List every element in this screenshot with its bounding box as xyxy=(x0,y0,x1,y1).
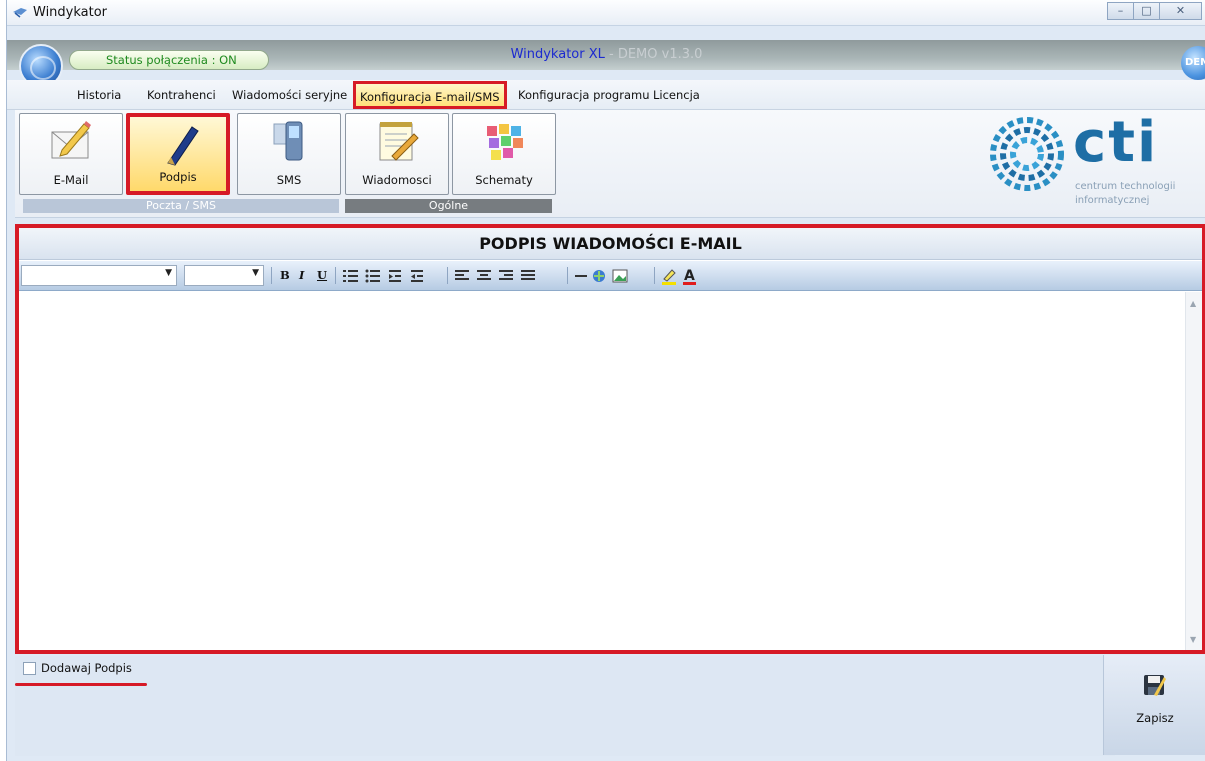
signature-editor: PODPIS WIADOMOŚCI E-MAIL ▼ ▼ B I U A ▲ ▼ xyxy=(15,224,1205,654)
notepad-icon xyxy=(379,122,419,161)
list-indent-icons xyxy=(343,269,423,283)
demo-badge: DEMO xyxy=(1181,46,1205,80)
svg-text:A: A xyxy=(684,268,695,284)
title-bar: Windykator – □ ✕ xyxy=(7,0,1205,26)
cti-subtitle: centrum technologii informatycznej xyxy=(1075,180,1175,208)
app-version: - DEMO v1.3.0 xyxy=(604,47,703,62)
highlight-underline xyxy=(15,683,147,686)
email-icon xyxy=(51,121,91,159)
underline-button[interactable]: U xyxy=(317,268,327,282)
menu-item-konfiguracja-email-sms[interactable]: Konfiguracja E-mail/SMS xyxy=(353,81,507,109)
cti-emblem-icon xyxy=(990,117,1064,191)
ribbon-wiadomosci-button[interactable]: Wiadomosci xyxy=(345,113,449,195)
maximize-button[interactable]: □ xyxy=(1133,2,1160,20)
italic-button[interactable]: I xyxy=(299,268,304,282)
toolbar-separator xyxy=(271,267,272,284)
connection-status: Status połączenia : ON xyxy=(69,50,269,70)
menu-bar: Historia Kontrahenci Wiadomości seryjne … xyxy=(7,80,1205,110)
color-grid-icon xyxy=(487,124,523,160)
bold-button[interactable]: B xyxy=(280,268,290,282)
chevron-down-icon: ▼ xyxy=(165,268,172,278)
scroll-down-icon[interactable]: ▼ xyxy=(1190,635,1196,644)
editor-title: PODPIS WIADOMOŚCI E-MAIL xyxy=(19,228,1202,260)
ribbon-wiadomosci-label: Wiadomosci xyxy=(362,173,432,187)
window-title: Windykator xyxy=(33,5,108,20)
menu-item-kontrahenci[interactable]: Kontrahenci xyxy=(147,88,216,102)
app-icon xyxy=(13,8,27,18)
ribbon-podpis-label: Podpis xyxy=(159,170,197,184)
ribbon-sms-label: SMS xyxy=(276,173,302,187)
ribbon-schematy-button[interactable]: Schematy xyxy=(452,113,556,195)
minimize-button[interactable]: – xyxy=(1107,2,1134,20)
add-signature-label: Dodawaj Podpis xyxy=(41,661,132,675)
menu-item-wiadomosci-seryjne[interactable]: Wiadomości seryjne xyxy=(232,88,347,102)
scroll-up-icon[interactable]: ▲ xyxy=(1190,299,1196,308)
menu-item-licencja[interactable]: Licencja xyxy=(653,88,700,102)
save-button[interactable]: Zapisz xyxy=(1103,655,1205,755)
ribbon-email-label: E-Mail xyxy=(53,173,89,187)
cti-wordmark: cti xyxy=(1073,110,1159,175)
editor-toolbar: ▼ ▼ B I U A xyxy=(19,261,1202,291)
menu-item-konfiguracja-programu[interactable]: Konfiguracja programu xyxy=(518,88,650,102)
ribbon-sms-button[interactable]: SMS xyxy=(237,113,341,195)
app-brand: Windykator XL xyxy=(510,47,605,62)
phone-icon xyxy=(273,121,303,161)
align-icons xyxy=(455,270,535,280)
toolbar-separator xyxy=(567,267,568,284)
group-poczta-sms: Poczta / SMS xyxy=(23,199,339,213)
cti-logo: cti centrum technologii informatycznej xyxy=(987,110,1202,214)
add-signature-checkbox[interactable] xyxy=(23,662,36,675)
toolbar-separator xyxy=(447,267,448,284)
save-icon xyxy=(1144,675,1166,696)
font-size-select[interactable]: ▼ xyxy=(184,265,264,286)
color-icons: A xyxy=(662,268,696,285)
pen-icon xyxy=(167,126,199,166)
insert-icons xyxy=(575,269,628,283)
vertical-scrollbar[interactable]: ▲ ▼ xyxy=(1185,292,1202,650)
font-family-select[interactable]: ▼ xyxy=(21,265,177,286)
signature-text-area[interactable] xyxy=(19,292,1193,650)
cti-subtitle-line1: centrum technologii xyxy=(1075,181,1176,192)
toolbar-separator xyxy=(654,267,655,284)
menu-item-historia[interactable]: Historia xyxy=(77,88,121,102)
ribbon-schematy-label: Schematy xyxy=(475,173,533,187)
save-label: Zapisz xyxy=(1136,711,1174,725)
ribbon-podpis-button[interactable]: Podpis xyxy=(126,113,230,195)
window-controls: – □ ✕ xyxy=(1107,2,1202,20)
close-button[interactable]: ✕ xyxy=(1159,2,1202,20)
cti-subtitle-line2: informatycznej xyxy=(1075,195,1150,206)
chevron-down-icon: ▼ xyxy=(252,268,259,278)
footer-panel xyxy=(15,656,1115,756)
toolbar-separator xyxy=(335,267,336,284)
group-ogolne: Ogólne xyxy=(345,199,552,213)
app-window: Windykator – □ ✕ Windykator XL - DEMO v1… xyxy=(6,0,1205,761)
ribbon-email-button[interactable]: E-Mail xyxy=(19,113,123,195)
